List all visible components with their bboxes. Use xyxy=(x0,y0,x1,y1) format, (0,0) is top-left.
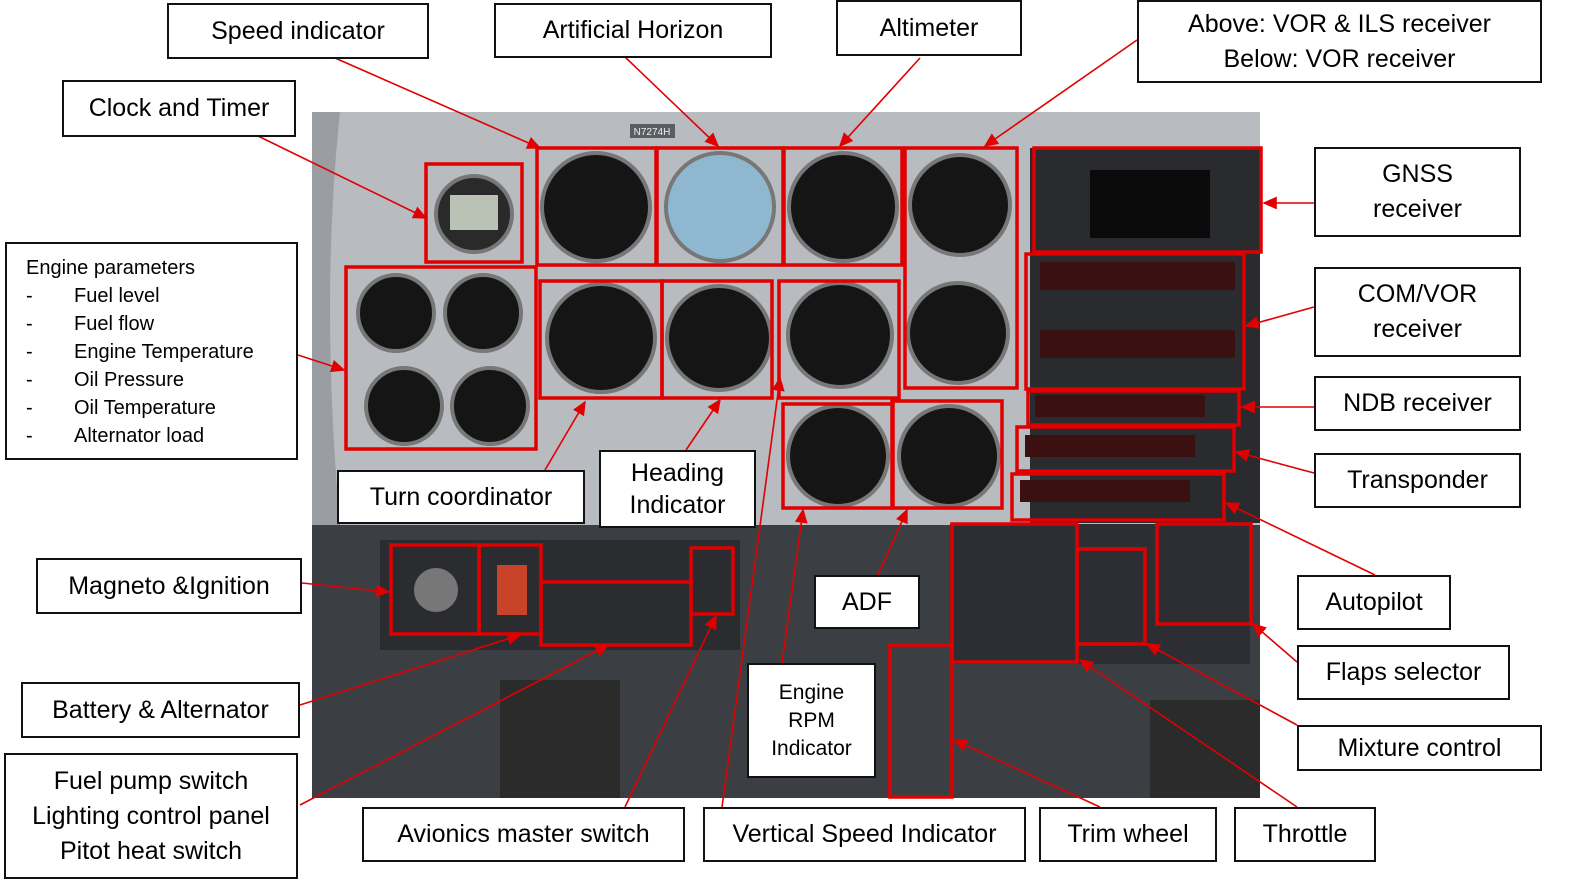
label-line: Fuel pump switch xyxy=(53,766,249,795)
label-autopilot: Autopilot xyxy=(1297,575,1451,630)
label-line: receiver xyxy=(1373,315,1462,343)
label-speed-indicator: Speed indicator xyxy=(167,3,429,59)
label-line: receiver xyxy=(1373,195,1462,223)
label-engine-rpm-indicator: Engine RPM Indicator xyxy=(747,663,876,778)
engine-param-item: Fuel flow xyxy=(74,313,155,335)
label-line: Pitot heat switch xyxy=(59,836,243,865)
label-gnss-receiver: GNSS receiver xyxy=(1314,147,1521,237)
dash: - xyxy=(26,285,33,307)
label-mixture-control: Mixture control xyxy=(1297,725,1542,771)
label-line: RPM xyxy=(788,708,835,732)
label-vertical-speed-indicator: Vertical Speed Indicator xyxy=(703,807,1026,862)
label-vor-ils: Above: VOR & ILS receiver Below: VOR rec… xyxy=(1137,0,1542,83)
label-trim-wheel: Trim wheel xyxy=(1039,807,1217,862)
dash: - xyxy=(26,397,33,419)
label-adf: ADF xyxy=(814,575,920,629)
label-battery-alternator: Battery & Alternator xyxy=(21,682,300,738)
label-line: Heading xyxy=(630,459,725,487)
label-line: GNSS xyxy=(1382,160,1453,188)
label-altimeter: Altimeter xyxy=(836,0,1022,56)
engine-param-item: Engine Temperature xyxy=(74,341,254,363)
label-ndb-receiver: NDB receiver xyxy=(1314,376,1521,431)
dash: - xyxy=(26,369,33,391)
label-avionics-master-switch: Avionics master switch xyxy=(362,807,685,862)
label-flaps-selector: Flaps selector xyxy=(1297,645,1510,700)
engine-param-item: Oil Pressure xyxy=(74,369,185,391)
label-line: Indicator xyxy=(629,491,726,519)
engine-param-item: Oil Temperature xyxy=(74,397,216,419)
engine-param-item: Fuel level xyxy=(74,285,160,307)
engine-param-item: Alternator load xyxy=(74,425,205,447)
label-transponder: Transponder xyxy=(1314,453,1521,508)
cockpit-diagram: N7274H Speed indicator Artificial Horizo… xyxy=(0,0,1575,893)
label-line: Lighting control panel xyxy=(32,801,270,830)
label-clock-timer: Clock and Timer xyxy=(62,80,296,137)
label-artificial-horizon: Artificial Horizon xyxy=(494,3,772,58)
engine-parameters-title: Engine parameters xyxy=(26,257,195,279)
label-com-vor-receiver: COM/VOR receiver xyxy=(1314,267,1521,357)
label-engine-parameters: Engine parameters - Fuel level - Fuel flow… xyxy=(5,242,298,460)
label-throttle: Throttle xyxy=(1234,807,1376,862)
label-line: Below: VOR receiver xyxy=(1223,44,1456,73)
label-turn-coordinator: Turn coordinator xyxy=(337,470,585,524)
dash: - xyxy=(26,425,33,447)
label-fuel-pump-lighting-pitot: Fuel pump switch Lighting control panel … xyxy=(4,753,298,879)
label-line: Above: VOR & ILS receiver xyxy=(1188,9,1491,38)
tail-number: N7274H xyxy=(634,127,671,138)
label-line: COM/VOR xyxy=(1357,280,1478,308)
label-line: Indicator xyxy=(771,736,852,760)
label-line: Engine xyxy=(778,680,845,704)
dash: - xyxy=(26,341,33,363)
dash: - xyxy=(26,313,33,335)
label-heading-indicator: Heading Indicator xyxy=(599,450,756,528)
label-magneto-ignition: Magneto &Ignition xyxy=(36,558,302,614)
